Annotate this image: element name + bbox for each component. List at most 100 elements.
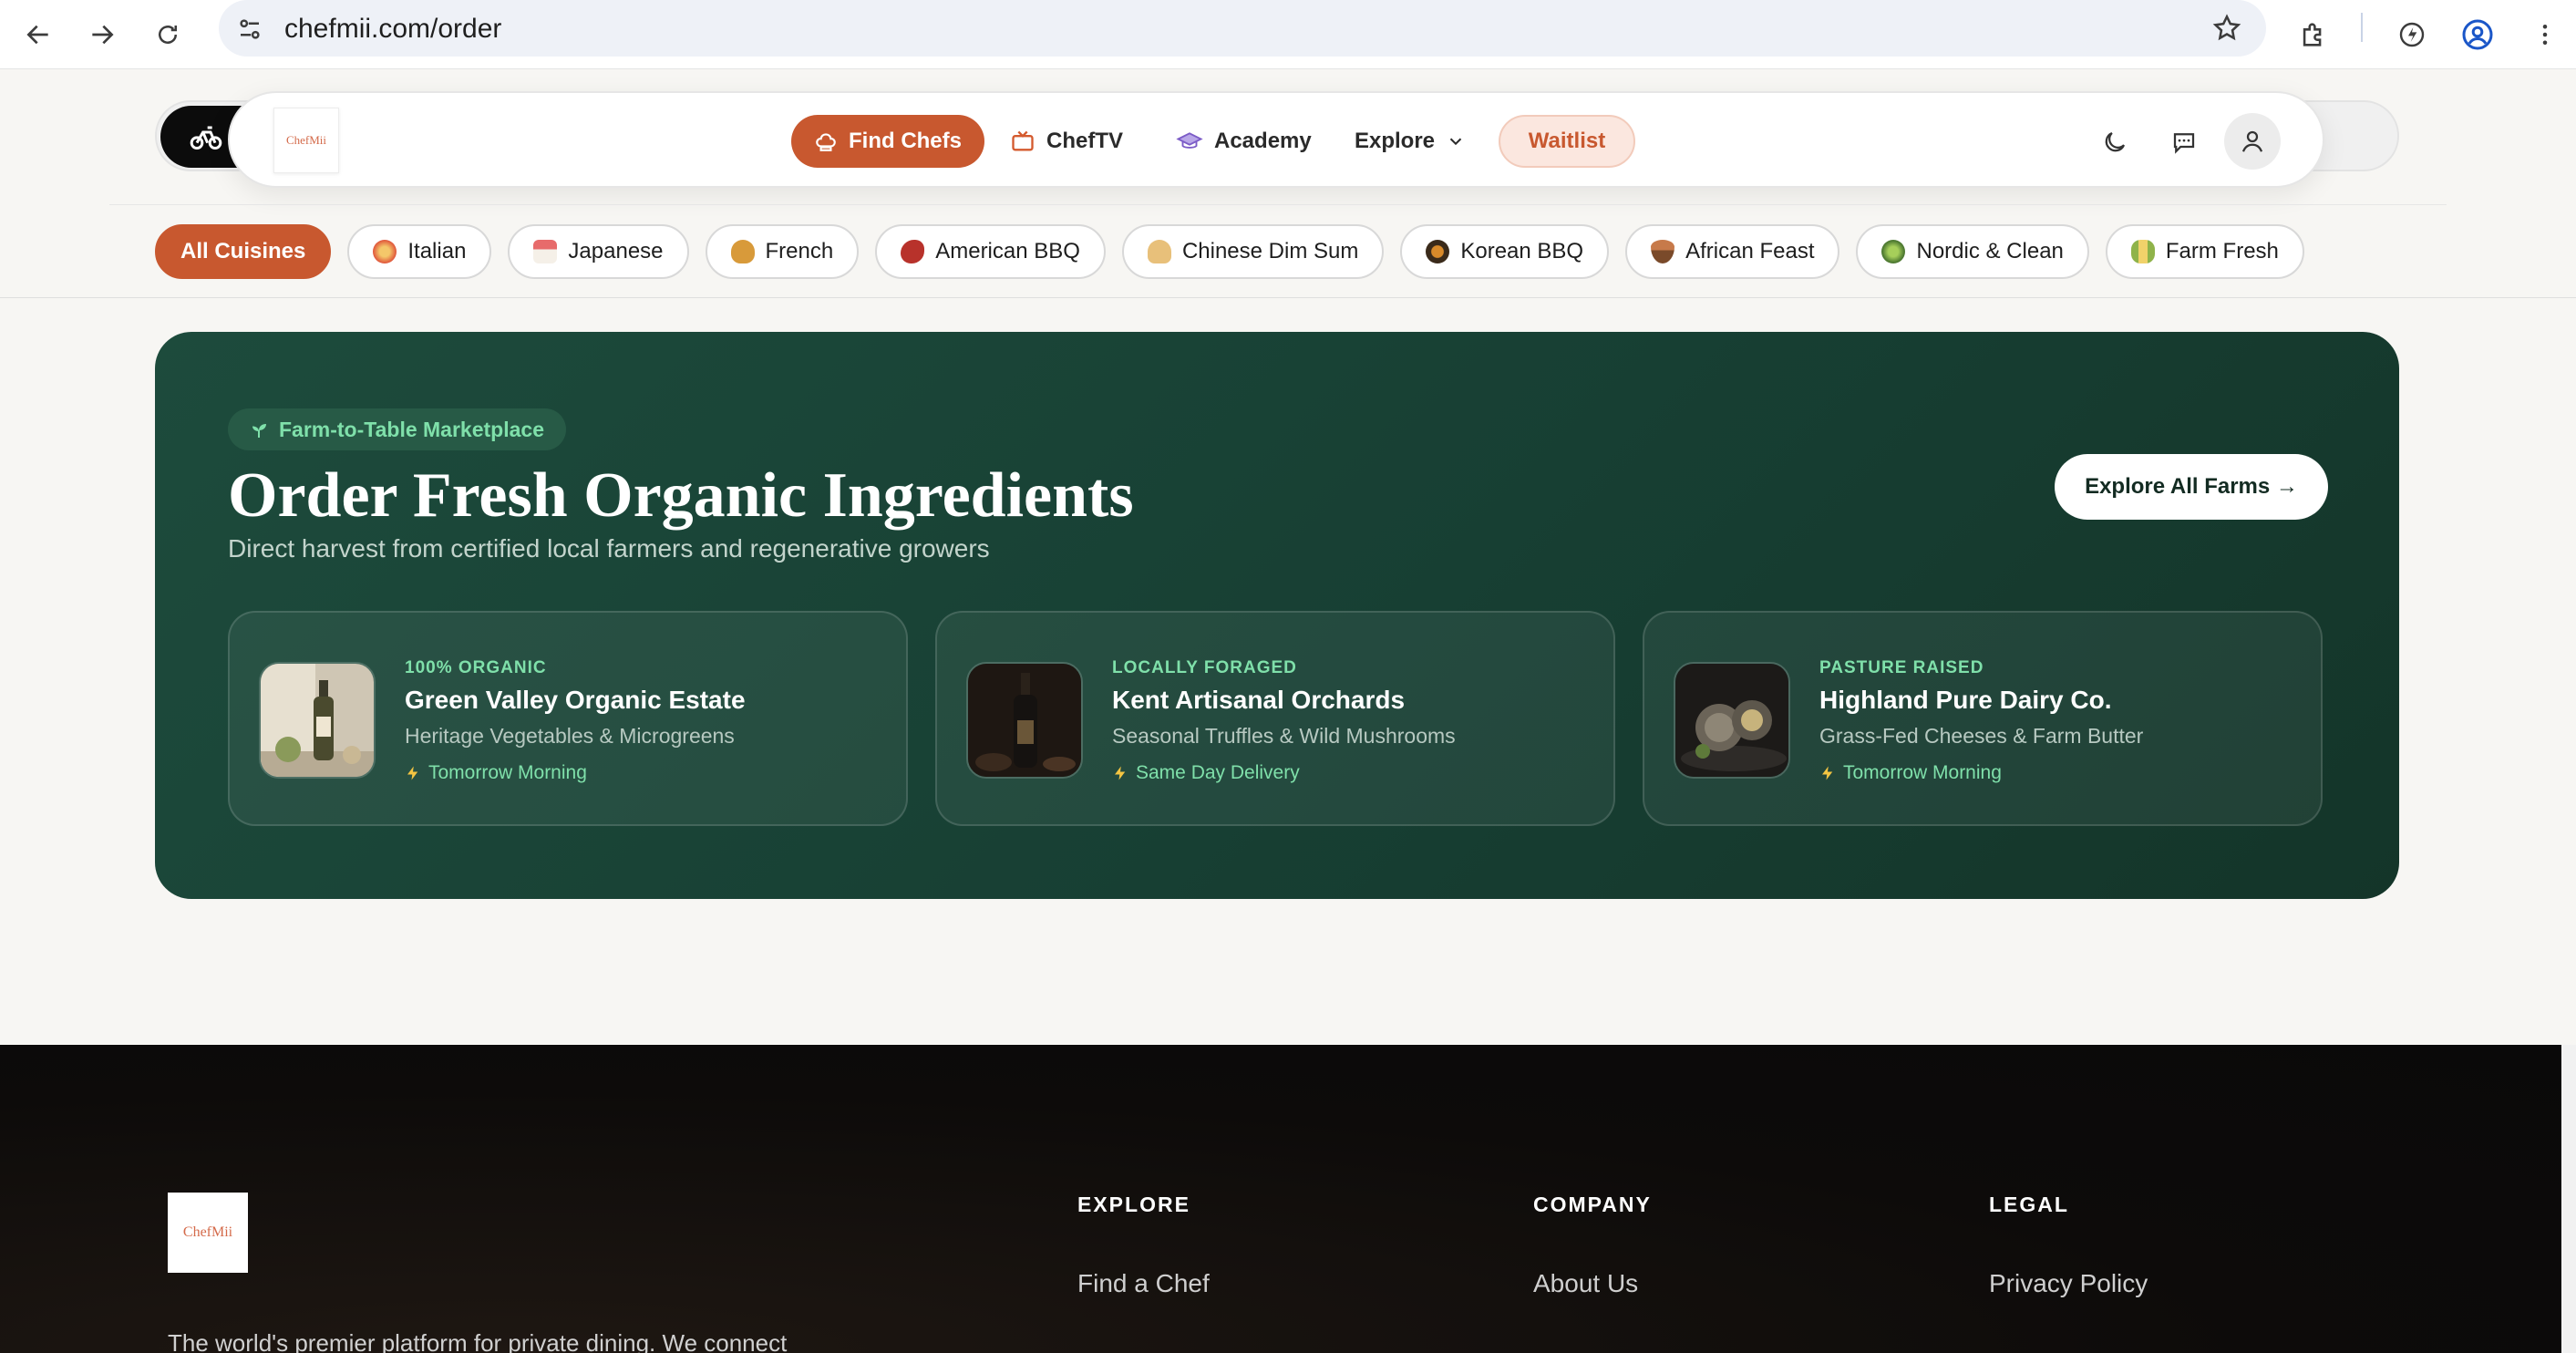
cuisine-pill-label: All Cuisines [180, 239, 306, 263]
farm-image [1674, 662, 1790, 779]
reload-button[interactable] [140, 7, 195, 62]
nav-cheftv-label: ChefTV [1046, 129, 1123, 153]
cuisine-pill-label: French [765, 239, 834, 263]
forward-button[interactable] [75, 7, 129, 62]
site-info-icon[interactable] [232, 11, 268, 47]
croissant-icon [730, 240, 755, 263]
puzzle-icon [2303, 23, 2322, 46]
main-header: ChefMii Find Chefs ChefTV Academy Explor… [228, 91, 2324, 188]
farm-description: Seasonal Truffles & Wild Mushrooms [1112, 724, 1456, 748]
corn-icon [2130, 240, 2155, 263]
cuisine-pill-nordic-clean[interactable]: Nordic & Clean [1856, 224, 2089, 279]
browser-toolbar: chefmii.com/order [0, 0, 2576, 69]
graduation-cap-icon [1176, 132, 1203, 149]
organic-marketplace-section: Farm-to-Table Marketplace Order Fresh Or… [155, 332, 2399, 899]
nav-academy-link[interactable]: Academy [1176, 115, 1312, 168]
cuisine-pill-korean-bbq[interactable]: Korean BBQ [1400, 224, 1610, 279]
farm-card[interactable]: PASTURE RAISED Highland Pure Dairy Co. G… [1643, 611, 2323, 826]
marketplace-tag-label: Farm-to-Table Marketplace [279, 417, 544, 441]
nav-waitlist-button[interactable]: Waitlist [1499, 115, 1635, 168]
cuisine-pill-label: Farm Fresh [2165, 239, 2279, 263]
section-subtitle: Direct harvest from certified local farm… [228, 534, 990, 563]
footer-logo[interactable]: ChefMii [168, 1193, 248, 1273]
meat-icon [901, 240, 925, 263]
lightning-icon [1822, 766, 1833, 780]
footer-column-title: EXPLORE [1077, 1193, 1190, 1216]
profile-button[interactable] [2450, 7, 2505, 62]
bookmark-star-icon[interactable] [2208, 9, 2246, 47]
cuisine-pill-japanese[interactable]: Japanese [508, 224, 689, 279]
farm-tag: PASTURE RAISED [1819, 658, 1984, 677]
footer-column-title: LEGAL [1989, 1193, 2069, 1216]
cuisine-pill-farm-fresh[interactable]: Farm Fresh [2105, 224, 2304, 279]
cuisine-pill-french[interactable]: French [705, 224, 860, 279]
farm-card[interactable]: LOCALLY FORAGED Kent Artisanal Orchards … [935, 611, 1615, 826]
farm-name: Highland Pure Dairy Co. [1819, 686, 2112, 714]
farm-delivery-label: Tomorrow Morning [1843, 762, 2002, 783]
farm-name: Kent Artisanal Orchards [1112, 686, 1406, 714]
sushi-icon [533, 240, 558, 263]
performance-button[interactable] [2385, 7, 2439, 62]
cuisine-pill-label: Nordic & Clean [1916, 239, 2064, 263]
farm-tag: LOCALLY FORAGED [1112, 658, 1297, 677]
more-vert-icon [2542, 25, 2548, 45]
footer-description: The world's premier platform for private… [168, 1329, 788, 1353]
header-divider [109, 204, 2447, 205]
cuisine-pill-african-feast[interactable]: African Feast [1625, 224, 1840, 279]
farm-image [966, 662, 1083, 779]
explore-all-farms-button[interactable]: Explore All Farms → [2055, 454, 2328, 520]
cuisine-pill-label: Japanese [568, 239, 664, 263]
nav-explore-label: Explore [1355, 129, 1436, 153]
farm-card[interactable]: 100% ORGANIC Green Valley Organic Estate… [228, 611, 908, 826]
footer-link-find-a-chef[interactable]: Find a Chef [1077, 1269, 1210, 1298]
chat-bubble-icon [2173, 133, 2195, 154]
nav-cheftv-link[interactable]: ChefTV [1010, 115, 1123, 168]
cuisine-divider [0, 297, 2576, 298]
speed-icon [2399, 22, 2425, 47]
messages-button[interactable] [2159, 117, 2210, 168]
stew-bowl-icon [1651, 240, 1675, 263]
address-bar[interactable]: chefmii.com/order [219, 0, 2266, 57]
cuisine-pill-label: Italian [407, 239, 467, 263]
url-text[interactable]: chefmii.com/order [284, 11, 501, 47]
browser-menu-button[interactable] [2518, 7, 2572, 62]
nav-find-chefs-button[interactable]: Find Chefs [791, 115, 984, 168]
footer-link-privacy-policy[interactable]: Privacy Policy [1989, 1269, 2148, 1298]
section-title: Order Fresh Organic Ingredients [228, 460, 1134, 531]
cuisine-pill-label: Korean BBQ [1460, 239, 1584, 263]
farm-delivery: Tomorrow Morning [1819, 762, 2002, 784]
farm-description: Grass-Fed Cheeses & Farm Butter [1819, 724, 2144, 748]
reload-icon [159, 26, 177, 44]
chevron-down-icon [1449, 138, 1462, 146]
farm-tag: 100% ORGANIC [405, 658, 547, 677]
site-logo[interactable]: ChefMii [273, 108, 339, 173]
cuisine-pill-chinese-dim-sum[interactable]: Chinese Dim Sum [1121, 224, 1385, 279]
arrow-left-icon [26, 25, 48, 45]
farm-description: Heritage Vegetables & Microgreens [405, 724, 735, 748]
footer-link-about-us[interactable]: About Us [1533, 1269, 1638, 1298]
logo-text: ChefMii [285, 133, 327, 147]
back-button[interactable] [11, 7, 66, 62]
moon-icon [2105, 131, 2126, 152]
farm-name: Green Valley Organic Estate [405, 686, 746, 714]
cuisine-pill-italian[interactable]: Italian [347, 224, 492, 279]
lightning-icon [1115, 766, 1126, 780]
pasta-icon [373, 240, 397, 263]
cuisine-pill-label: American BBQ [935, 239, 1080, 263]
cuisine-pill-all[interactable]: All Cuisines [155, 224, 332, 279]
dark-mode-toggle[interactable] [2089, 117, 2140, 168]
cuisine-pill-american-bbq[interactable]: American BBQ [875, 224, 1106, 279]
nav-explore-dropdown[interactable]: Explore [1355, 115, 1466, 168]
user-account-button[interactable] [2224, 113, 2281, 170]
salad-icon [1881, 240, 1906, 263]
dumpling-icon [1147, 240, 1171, 263]
arrow-right-icon [92, 25, 114, 45]
chef-hat-icon [816, 133, 836, 151]
page-scrollbar[interactable] [2561, 1045, 2576, 1353]
nav-academy-label: Academy [1214, 129, 1312, 153]
account-circle-icon [2462, 19, 2493, 50]
farm-delivery: Same Day Delivery [1112, 762, 1300, 784]
extensions-button[interactable] [2286, 7, 2341, 62]
cuisine-pill-label: Chinese Dim Sum [1181, 239, 1359, 263]
marketplace-tag: Farm-to-Table Marketplace [228, 408, 566, 450]
